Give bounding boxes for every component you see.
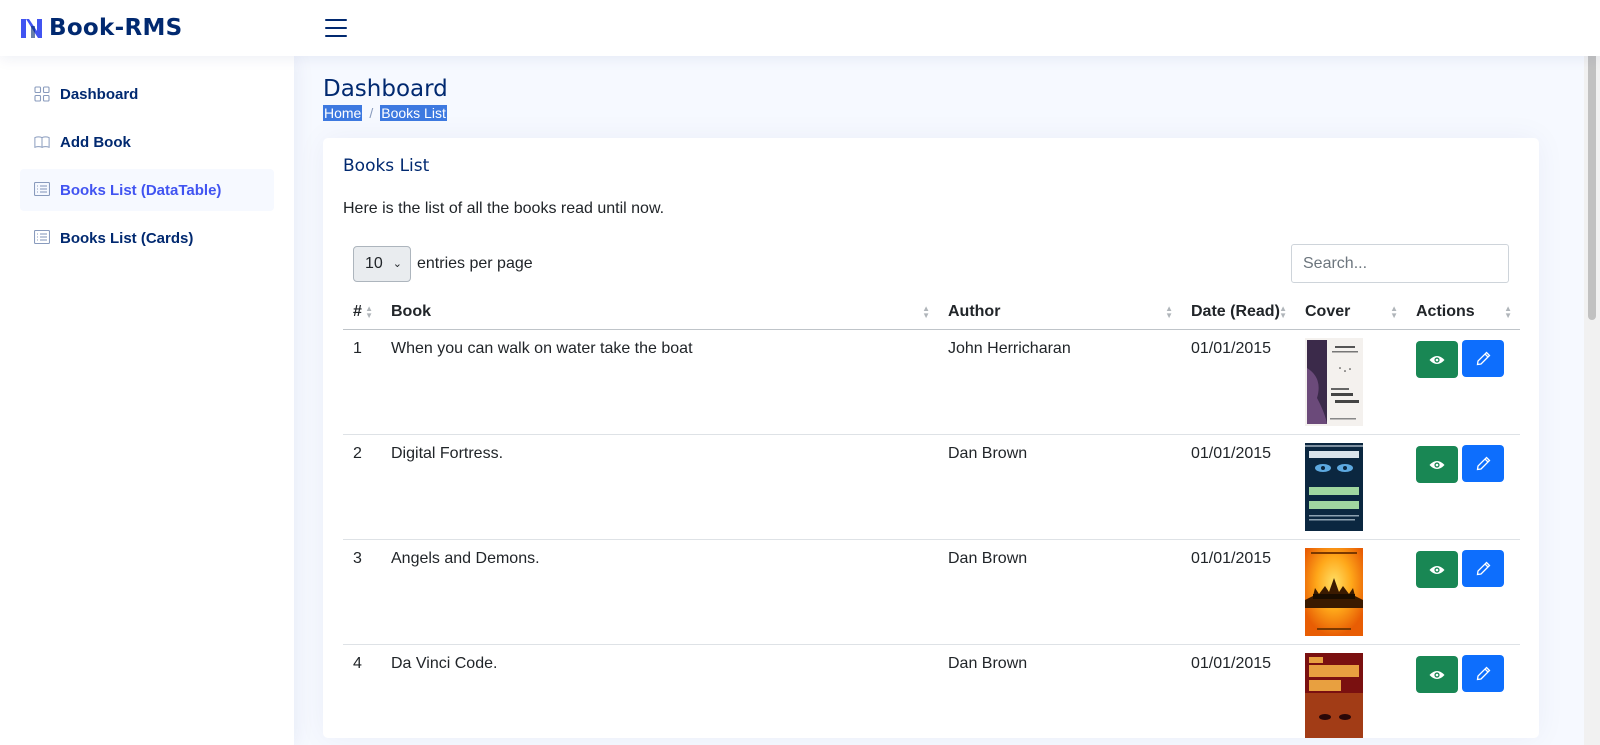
cell-book: Angels and Demons. — [381, 539, 938, 645]
view-button[interactable] — [1416, 341, 1458, 378]
sidebar-item-label: Books List (Cards) — [60, 229, 194, 247]
sidebar-item-books-datatable[interactable]: Books List (DataTable) — [20, 169, 274, 211]
edit-button[interactable] — [1462, 444, 1504, 482]
breadcrumb-home[interactable]: Home — [323, 105, 363, 121]
list-icon — [34, 182, 50, 198]
sidebar-toggle-icon[interactable] — [325, 17, 347, 39]
cell-cover — [1295, 329, 1406, 435]
view-button[interactable] — [1416, 551, 1458, 588]
page-title: Dashboard — [323, 76, 448, 102]
app-logo[interactable]: Book-RMS — [19, 15, 309, 41]
cell-actions — [1406, 329, 1520, 435]
cell-author: Dan Brown — [938, 539, 1181, 645]
cell-actions — [1406, 644, 1520, 738]
per-page-control: 10 ⌄ entries per page — [353, 245, 533, 282]
sidebar-item-label: Add Book — [60, 133, 131, 151]
pencil-icon — [1476, 666, 1490, 680]
sort-icon: ▲ ▼ — [1390, 304, 1398, 320]
cell-cover — [1295, 539, 1406, 645]
cell-actions — [1406, 434, 1520, 540]
per-page-value: 10 — [365, 254, 383, 272]
pencil-icon — [1476, 561, 1490, 575]
books-list-card: Books List Here is the list of all the b… — [323, 138, 1539, 738]
eye-icon — [1429, 670, 1445, 679]
edit-button[interactable] — [1462, 654, 1504, 692]
cell-date: 01/01/2015 — [1181, 434, 1295, 540]
column-header-book[interactable]: Book ▲ ▼ — [381, 295, 938, 330]
chevron-down-icon: ⌄ — [392, 258, 402, 270]
cell-author: John Herricharan — [938, 329, 1181, 435]
card-description: Here is the list of all the books read u… — [343, 200, 665, 217]
search-input[interactable] — [1291, 244, 1509, 283]
pencil-icon — [1476, 351, 1490, 365]
column-header-actions[interactable]: Actions ▲ ▼ — [1406, 295, 1520, 330]
cell-cover — [1295, 644, 1406, 738]
sort-icon: ▲ ▼ — [1279, 304, 1287, 320]
cell-author: Dan Brown — [938, 644, 1181, 738]
cell-number: 4 — [343, 644, 381, 738]
table-row: 1 When you can walk on water take the bo… — [343, 329, 1520, 435]
sidebar-item-dashboard[interactable]: Dashboard — [20, 73, 274, 115]
column-header-date[interactable]: Date (Read) ▲ ▼ — [1181, 295, 1295, 330]
app-name: Book-RMS — [49, 15, 183, 41]
cell-number: 3 — [343, 539, 381, 645]
table-controls: 10 ⌄ entries per page — [343, 244, 1519, 283]
view-button[interactable] — [1416, 446, 1458, 483]
eye-icon — [1429, 355, 1445, 364]
vertical-scrollbar[interactable] — [1584, 0, 1600, 745]
eye-icon — [1429, 460, 1445, 469]
pencil-icon — [1476, 456, 1490, 470]
column-header-number[interactable]: # ▲ ▼ — [343, 295, 381, 330]
cell-number: 2 — [343, 434, 381, 540]
breadcrumb: Home / Books List — [323, 105, 1535, 121]
cell-book: When you can walk on water take the boat — [381, 329, 938, 435]
cell-number: 1 — [343, 329, 381, 435]
book-icon — [34, 134, 50, 150]
table-row: 2 Digital Fortress. Dan Brown 01/01/2015 — [343, 434, 1520, 540]
list-icon — [34, 230, 50, 246]
cell-cover — [1295, 434, 1406, 540]
cell-date: 01/01/2015 — [1181, 644, 1295, 738]
book-cover-image — [1305, 442, 1363, 531]
edit-button[interactable] — [1462, 549, 1504, 587]
sidebar-item-books-cards[interactable]: Books List (Cards) — [20, 217, 274, 259]
cell-date: 01/01/2015 — [1181, 539, 1295, 645]
book-cover-image — [1305, 652, 1363, 738]
sidebar: Dashboard Add Book Books List (DataTable… — [0, 56, 294, 745]
book-cover-image — [1305, 337, 1363, 426]
breadcrumb-books-list[interactable]: Books List — [380, 105, 447, 121]
sidebar-item-add-book[interactable]: Add Book — [20, 121, 274, 163]
table-row: 3 Angels and Demons. Dan Brown 01/01/201… — [343, 539, 1520, 645]
column-header-cover[interactable]: Cover ▲ ▼ — [1295, 295, 1406, 330]
cell-book: Da Vinci Code. — [381, 644, 938, 738]
card-title: Books List — [343, 156, 430, 176]
cell-book: Digital Fortress. — [381, 434, 938, 540]
book-cover-image — [1305, 547, 1363, 636]
cell-date: 01/01/2015 — [1181, 329, 1295, 435]
sort-icon: ▲ ▼ — [1165, 304, 1173, 320]
top-header: Book-RMS — [0, 0, 1600, 56]
sort-icon: ▲ ▼ — [365, 304, 373, 320]
breadcrumb-separator: / — [369, 105, 374, 121]
sort-icon: ▲ ▼ — [922, 304, 930, 320]
logo-icon — [21, 18, 42, 38]
eye-icon — [1429, 565, 1445, 574]
cell-actions — [1406, 539, 1520, 645]
edit-button[interactable] — [1462, 339, 1504, 377]
cell-author: Dan Brown — [938, 434, 1181, 540]
sidebar-item-label: Dashboard — [60, 85, 139, 103]
per-page-select[interactable]: 10 ⌄ — [353, 245, 411, 282]
per-page-label: entries per page — [417, 254, 533, 272]
books-table: # ▲ ▼ Book ▲ ▼ Author ▲ ▼ Date (Read) ▲ ▼ Cover ▲… — [343, 295, 1520, 738]
column-header-author[interactable]: Author ▲ ▼ — [938, 295, 1181, 330]
view-button[interactable] — [1416, 656, 1458, 693]
grid-icon — [34, 86, 50, 102]
main-content: Dashboard Home / Books List Books List H… — [294, 56, 1564, 738]
table-row: 4 Da Vinci Code. Dan Brown 01/01/2015 — [343, 644, 1520, 738]
sort-icon: ▲ ▼ — [1504, 304, 1512, 320]
sidebar-item-label: Books List (DataTable) — [60, 181, 222, 199]
